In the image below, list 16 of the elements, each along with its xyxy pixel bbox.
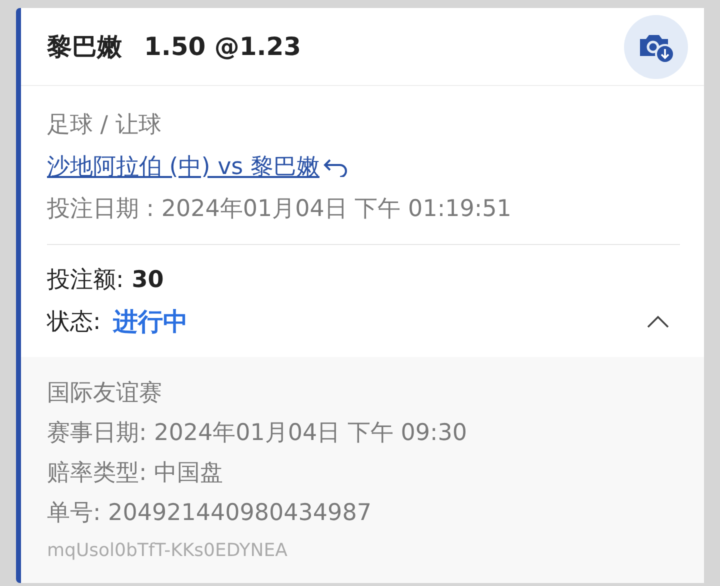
return-arrow-icon	[323, 157, 350, 177]
detail-line: 赛事日期: 2024年01月04日 下午 09:30	[47, 419, 468, 448]
chevron-icon[interactable]	[646, 315, 670, 329]
stake-label: 投注额:	[47, 266, 124, 295]
stake-value: 30	[132, 266, 164, 295]
status-value: 进行中	[112, 306, 188, 338]
reference-code: mqUsol0bTfT-KKs0EDYNEA	[47, 539, 288, 563]
selection-title: 黎巴嫩	[47, 30, 122, 63]
bet-date: 投注日期 : 2024年01月04日 下午 01:19:51	[47, 195, 512, 224]
detail-line: 单号: 204921440980434987	[47, 499, 372, 528]
detail-line: 国际友谊赛	[47, 379, 163, 408]
sport-market: 足球 / 让球	[47, 111, 162, 140]
odds-line: 1.50 @1.23	[144, 30, 302, 63]
detail-line: 赔率类型: 中国盘	[47, 459, 224, 488]
match-link[interactable]: 沙地阿拉伯 (中) vs 黎巴嫩	[47, 146, 320, 188]
status-label: 状态:	[47, 308, 101, 337]
